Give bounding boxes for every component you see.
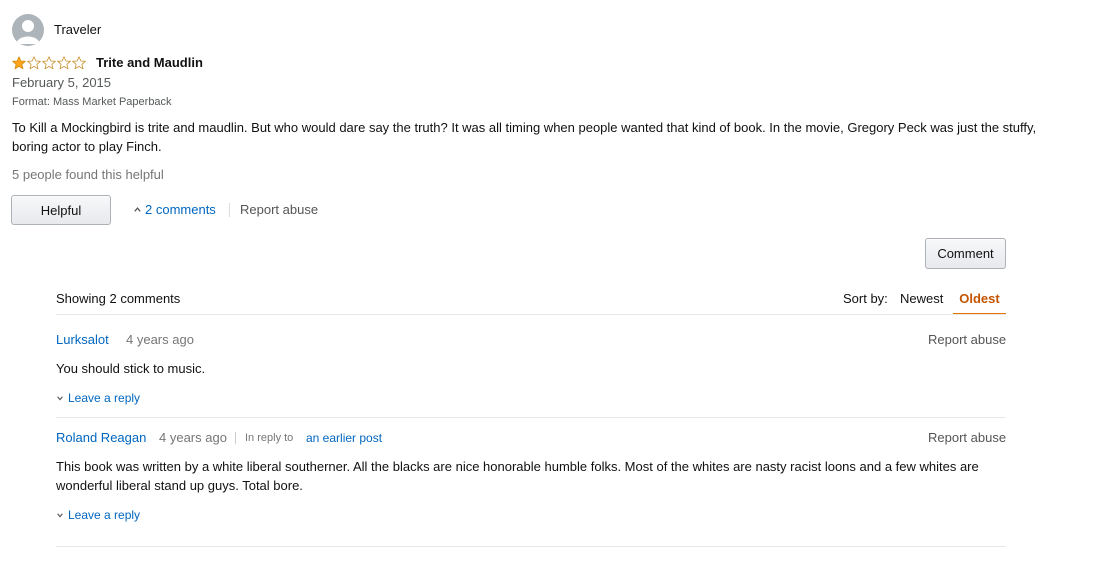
- comment-time: 4 years ago: [159, 430, 227, 445]
- divider: [229, 203, 230, 217]
- divider: [56, 417, 1006, 418]
- comment-author[interactable]: Roland Reagan: [56, 430, 146, 445]
- star-rating: [12, 56, 87, 70]
- sort-by-label: Sort by:: [843, 291, 888, 306]
- comment-time: 4 years ago: [126, 332, 194, 347]
- review-title[interactable]: Trite and Maudlin: [96, 55, 203, 70]
- comment-text: You should stick to music.: [56, 361, 206, 376]
- report-abuse-link[interactable]: Report abuse: [240, 202, 318, 217]
- leave-reply-label: Leave a reply: [68, 508, 141, 522]
- comments-count: Showing 2 comments: [56, 291, 181, 306]
- comment-text: This book was written by a white liberal…: [56, 459, 979, 493]
- divider: [56, 314, 1006, 315]
- comment-report-abuse-link[interactable]: Report abuse: [928, 430, 1006, 445]
- sort-newest-tab[interactable]: Newest: [900, 291, 943, 306]
- leave-reply-link[interactable]: Leave a reply: [56, 391, 140, 405]
- comment-report-abuse-link[interactable]: Report abuse: [928, 332, 1006, 347]
- helpful-button[interactable]: Helpful: [11, 195, 111, 225]
- divider: [56, 546, 1006, 547]
- earlier-post-link[interactable]: an earlier post: [306, 431, 382, 445]
- review-date: February 5, 2015: [12, 75, 112, 90]
- chevron-up-icon: [134, 207, 141, 212]
- divider: [235, 432, 236, 444]
- leave-reply-link[interactable]: Leave a reply: [56, 508, 140, 522]
- star-empty-icon: [57, 56, 71, 70]
- leave-reply-label: Leave a reply: [68, 391, 141, 405]
- sort-oldest-tab[interactable]: Oldest: [953, 291, 1006, 315]
- chevron-down-icon: [57, 513, 63, 518]
- star-empty-icon: [27, 56, 41, 70]
- star-empty-icon: [72, 56, 86, 70]
- chevron-down-icon: [57, 396, 63, 401]
- user-icon: [16, 20, 40, 44]
- review-body: To Kill a Mockingbird is trite and maudl…: [12, 120, 1037, 154]
- avatar: [12, 14, 44, 46]
- reviewer-name[interactable]: Traveler: [54, 22, 101, 37]
- in-reply-to-label: In reply to: [245, 432, 294, 444]
- helpful-count: 5 people found this helpful: [12, 167, 164, 182]
- comment-button[interactable]: Comment: [925, 238, 1006, 269]
- star-filled-icon: [12, 56, 26, 70]
- review-format: Format: Mass Market Paperback: [12, 96, 172, 108]
- comments-toggle-label: 2 comments: [145, 202, 216, 217]
- comment-author[interactable]: Lurksalot: [56, 332, 109, 347]
- comments-toggle[interactable]: 2 comments: [133, 202, 216, 217]
- star-empty-icon: [42, 56, 56, 70]
